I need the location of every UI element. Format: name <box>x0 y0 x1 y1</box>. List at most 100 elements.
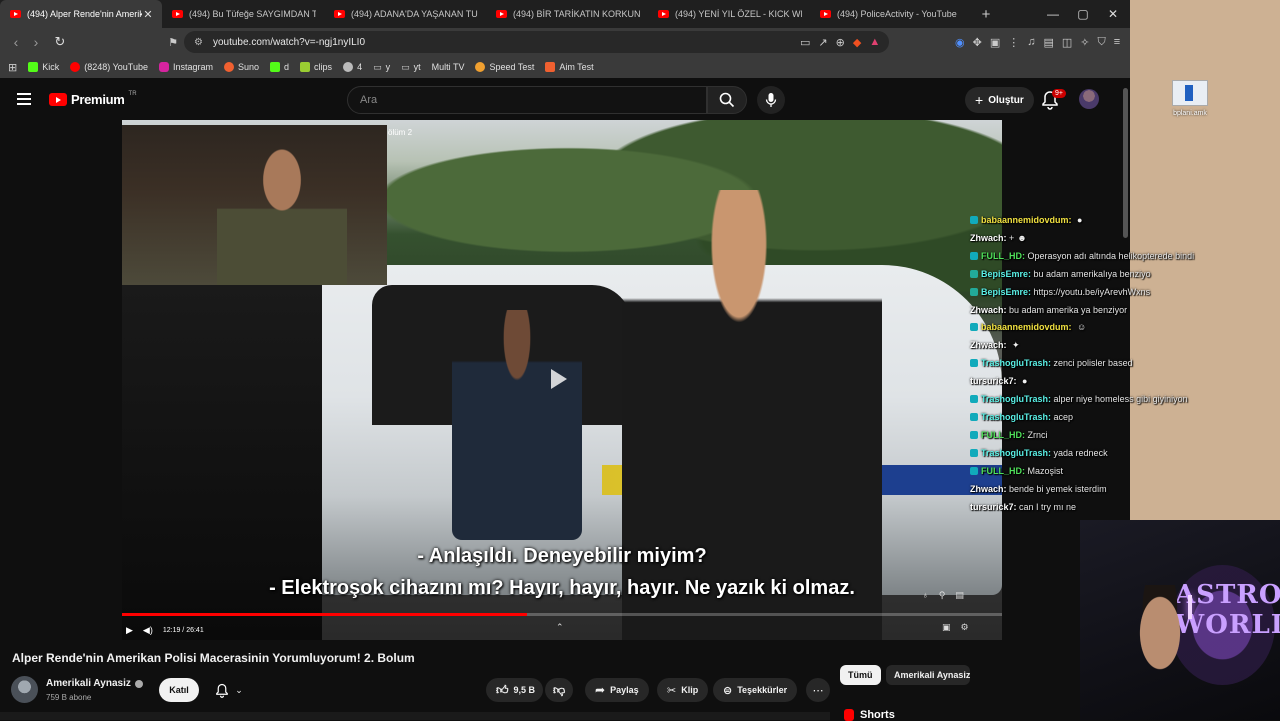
chat-username[interactable]: FULL_HD <box>981 430 1022 440</box>
reload-icon[interactable]: ↻ <box>50 34 70 50</box>
close-window-button[interactable]: ✕ <box>1098 0 1128 28</box>
chat-username[interactable]: BepisEmre <box>981 287 1028 297</box>
browser-tab[interactable]: (494) Alper Rende'nin Amerik ✕ <box>0 0 162 28</box>
apps-grid-icon[interactable]: ⊞ <box>8 61 17 74</box>
tab-strip: (494) Alper Rende'nin Amerik ✕ (494) Bu … <box>0 0 1130 28</box>
center-play-icon[interactable] <box>551 369 567 389</box>
miniplayer-icon[interactable]: ▣ <box>942 622 951 633</box>
bookmark-item[interactable]: 4 <box>343 62 362 72</box>
music-icon[interactable]: ♫ <box>1027 36 1035 48</box>
chat-username[interactable]: Zhwach <box>970 305 1004 315</box>
clip-button[interactable]: ✂ Klip <box>657 678 709 702</box>
video-subtitles: - Anlaşıldı. Deneyebilir miyim? - Elektr… <box>122 540 1002 604</box>
forward-icon[interactable]: › <box>26 34 46 50</box>
settings-gear-icon[interactable]: ⚙ <box>961 622 969 633</box>
browser-tab[interactable]: (494) PoliceActivity - YouTube <box>810 0 972 28</box>
desktop-file-icon[interactable] <box>1172 80 1208 106</box>
extension-icon[interactable]: ◫ <box>1062 36 1072 49</box>
chat-username[interactable]: babaannemidovdum <box>981 215 1069 225</box>
user-avatar[interactable] <box>1079 89 1099 109</box>
share-icon[interactable]: ↗ <box>818 36 827 49</box>
chip-all[interactable]: Tümü <box>840 665 881 685</box>
menu-icon[interactable]: ≡ <box>1114 36 1120 48</box>
chat-username[interactable]: TrashogluTrash <box>981 448 1048 458</box>
brave-shield-icon[interactable]: ◆ <box>853 36 861 49</box>
extension-icon[interactable]: ⋮ <box>1008 36 1019 49</box>
address-bar[interactable]: ⚙ youtube.com/watch?v=-ngj1nyILI0 <box>184 31 889 53</box>
bookmark-item[interactable]: Speed Test <box>475 62 534 72</box>
bookmark-item[interactable]: Instagram <box>158 62 213 72</box>
chevron-up-icon[interactable]: ⌃ <box>556 622 564 633</box>
bookmark-icon[interactable]: ⚑ <box>163 36 183 49</box>
chat-username[interactable]: TrashogluTrash <box>981 358 1048 368</box>
chat-username[interactable]: babaannemidovdum <box>981 322 1069 332</box>
youtube-favicon-icon <box>658 10 669 18</box>
bookmark-folder[interactable]: ▭ yt <box>401 62 421 73</box>
zoom-icon[interactable]: ⊕ <box>836 36 845 49</box>
chat-icon[interactable]: ▤ <box>955 590 964 601</box>
extension-icon[interactable]: ▣ <box>990 36 1000 49</box>
video-progress-bar[interactable] <box>122 613 1002 616</box>
channel-name-row[interactable]: Amerikali Aynasiz <box>46 678 143 689</box>
bookmark-item[interactable]: Suno <box>224 62 259 72</box>
browser-tab[interactable]: (494) BİR TARİKATIN KORKUNÇ SONU <box>486 0 648 28</box>
chip-channel[interactable]: Amerikali Aynasiz <box>886 665 970 685</box>
browser-tab[interactable]: (494) ADANA'DA YAŞANAN TUHAF O <box>324 0 486 28</box>
notification-settings-button[interactable]: ⌄ <box>205 678 253 702</box>
chat-username[interactable]: Zhwach <box>970 340 1004 350</box>
extension-icon[interactable]: ✧ <box>1080 36 1089 49</box>
site-info-icon[interactable]: ⚙ <box>194 37 203 48</box>
bookmark-item[interactable]: Kick <box>28 62 59 72</box>
bookmark-folder[interactable]: ▭ y <box>373 62 390 73</box>
chat-username[interactable]: tursurick7 <box>970 376 1014 386</box>
search-button[interactable] <box>707 86 747 114</box>
chat-username[interactable]: FULL_HD <box>981 251 1022 261</box>
like-overlay-icon[interactable]: ♁ <box>922 590 929 601</box>
browser-tab[interactable]: (494) Bu Tüfeğe SAYGIMDAN Takım E <box>162 0 324 28</box>
video-player[interactable]: ölüm 2 - Anlaşıldı. Deneyebilir miyim? -… <box>122 120 1002 640</box>
new-tab-button[interactable]: + <box>972 6 1000 23</box>
maximize-button[interactable]: ▢ <box>1068 0 1098 28</box>
share-button[interactable]: ➦ Paylaş <box>585 678 649 702</box>
cast-icon[interactable]: ▭ <box>800 36 810 49</box>
extension-icon[interactable]: ✥ <box>973 36 982 49</box>
chat-username[interactable]: tursurick7 <box>970 502 1014 512</box>
pin-icon[interactable]: ⚲ <box>939 590 946 601</box>
tab-close-icon[interactable]: ✕ <box>142 8 154 21</box>
rewards-icon[interactable]: ▲ <box>869 36 880 48</box>
back-icon[interactable]: ‹ <box>6 34 26 50</box>
youtube-logo[interactable]: Premium TR <box>49 91 137 107</box>
chat-username[interactable]: BepisEmre <box>981 269 1028 279</box>
microphone-icon <box>765 93 777 107</box>
channel-avatar[interactable] <box>11 676 38 703</box>
browser-tab[interactable]: (494) YENİ YIL ÖZEL - KICK WRAPPED <box>648 0 810 28</box>
search-input[interactable]: Ara <box>347 86 707 114</box>
join-button[interactable]: Katıl <box>159 678 199 702</box>
dislike-button[interactable]: 👎︎ <box>545 678 574 702</box>
bookmark-item[interactable]: clips <box>300 62 332 72</box>
chat-username[interactable]: FULL_HD <box>981 466 1022 476</box>
extension-icon[interactable]: ◉ <box>955 36 965 49</box>
more-actions-button[interactable]: ⋯ <box>806 678 830 702</box>
play-icon[interactable]: ▶ <box>126 625 133 636</box>
volume-icon[interactable]: ◀) <box>143 625 153 636</box>
kick-icon <box>270 62 281 72</box>
bookmark-item[interactable]: Multi TV <box>432 62 465 72</box>
bookmark-item[interactable]: Aim Test <box>545 62 594 72</box>
bookmark-item[interactable]: d <box>270 62 289 72</box>
voice-search-button[interactable] <box>757 86 785 114</box>
chat-username[interactable]: TrashogluTrash <box>981 412 1048 422</box>
search-placeholder: Ara <box>360 94 378 106</box>
like-button[interactable]: 👍︎ 9,5 B <box>486 678 544 702</box>
chat-emote-icon: ☺ <box>1077 322 1087 333</box>
chat-username[interactable]: TrashogluTrash <box>981 394 1048 404</box>
vpn-icon[interactable]: ⛉ <box>1098 36 1106 49</box>
thanks-button[interactable]: ⊜ Teşekkürler <box>713 678 798 702</box>
extension-icon[interactable]: ▤ <box>1043 36 1053 49</box>
chat-username[interactable]: Zhwach <box>970 484 1004 494</box>
chat-username[interactable]: Zhwach <box>970 233 1004 243</box>
hamburger-menu-icon[interactable] <box>17 93 31 105</box>
minimize-button[interactable]: — <box>1038 0 1068 28</box>
create-button[interactable]: + Oluştur <box>965 87 1034 113</box>
bookmark-item[interactable]: (8248) YouTube <box>70 62 148 72</box>
